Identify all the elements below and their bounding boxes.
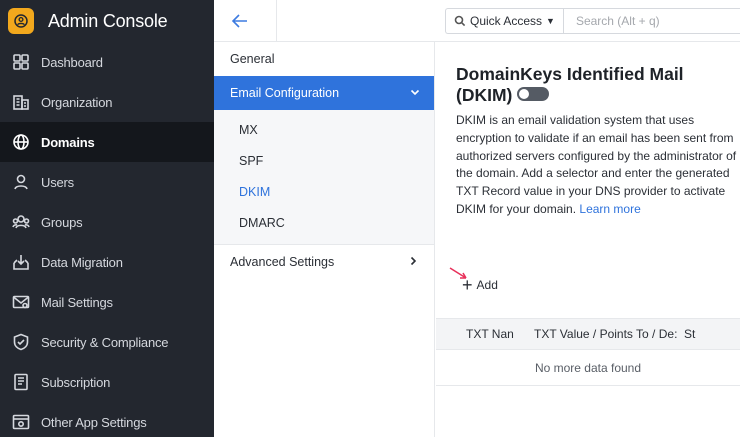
app-title: Admin Console [48, 10, 168, 31]
subnav-mx-label: MX [239, 122, 258, 137]
dkim-description-text: DKIM is an email validation system that … [456, 113, 737, 216]
dkim-panel: DomainKeys Identified Mail (DKIM) DKIM i… [436, 42, 740, 437]
subnav-general[interactable]: General [214, 42, 434, 76]
sidebar-item-label: Dashboard [41, 54, 103, 70]
sidebar: Admin Console Dashboard Organization Dom… [0, 0, 214, 437]
search-icon [454, 15, 466, 27]
sidebar-item-domains[interactable]: Domains [0, 122, 214, 162]
add-label: Add [476, 278, 498, 292]
sidebar-item-label: Domains [41, 134, 95, 150]
back-arrow-icon[interactable] [230, 11, 250, 31]
subnav-dkim-label: DKIM [239, 184, 271, 199]
sidebar-item-label: Groups [41, 214, 83, 230]
sidebar-item-organization[interactable]: Organization [0, 82, 214, 122]
subnav-advanced-settings-label: Advanced Settings [230, 254, 335, 269]
add-selector-button[interactable]: + Add [462, 275, 498, 295]
learn-more-link[interactable]: Learn more [579, 202, 640, 216]
sidebar-item-label: Subscription [41, 374, 111, 390]
empty-table-message: No more data found [436, 350, 740, 386]
globe-icon [12, 133, 30, 151]
search-box: Quick Access ▼ [445, 8, 740, 34]
organization-icon [12, 93, 30, 111]
subnav-spf[interactable]: SPF [214, 145, 434, 176]
page-title-text: DomainKeys Identified Mail (DKIM) [456, 64, 684, 105]
dkim-description: DKIM is an email validation system that … [456, 112, 740, 219]
chevron-right-icon [408, 255, 418, 269]
quick-access-dropdown[interactable]: Quick Access ▼ [446, 9, 564, 33]
sidebar-item-groups[interactable]: Groups [0, 202, 214, 242]
subnav-general-label: General [230, 52, 275, 66]
mail-settings-icon [12, 293, 30, 311]
admin-console-logo-icon [8, 8, 34, 34]
dkim-toggle[interactable] [517, 87, 550, 102]
shield-check-icon [12, 333, 30, 351]
subscription-icon [12, 373, 30, 391]
caret-down-icon: ▼ [546, 16, 555, 26]
plus-icon: + [462, 275, 473, 295]
sidebar-item-label: Users [41, 174, 74, 190]
top-divider [276, 0, 277, 42]
groups-icon [12, 213, 30, 231]
subnav-dkim[interactable]: DKIM [214, 176, 434, 207]
sidebar-item-users[interactable]: Users [0, 162, 214, 202]
sidebar-item-dashboard[interactable]: Dashboard [0, 42, 214, 82]
search-input[interactable] [563, 14, 714, 28]
subnav-email-configuration[interactable]: Email Configuration [214, 76, 434, 110]
subnav-dmarc-label: DMARC [239, 215, 285, 230]
sidebar-item-other-app-settings[interactable]: Other App Settings [0, 402, 214, 437]
column-header-txt-value[interactable]: TXT Value / Points To / De: [526, 327, 678, 341]
sidebar-item-label: Organization [41, 94, 113, 110]
column-header-status[interactable]: St [678, 327, 708, 341]
sidebar-item-mail-settings[interactable]: Mail Settings [0, 282, 214, 322]
sidebar-item-label: Data Migration [41, 254, 123, 270]
user-icon [12, 173, 30, 191]
sidebar-item-label: Other App Settings [41, 414, 147, 430]
page-title: DomainKeys Identified Mail (DKIM) [456, 64, 740, 106]
top-bar: Quick Access ▼ [214, 0, 740, 42]
subnav-mx[interactable]: MX [214, 114, 434, 145]
sidebar-item-subscription[interactable]: Subscription [0, 362, 214, 402]
sidebar-item-security-compliance[interactable]: Security & Compliance [0, 322, 214, 362]
chevron-down-icon [410, 86, 420, 100]
table-header: TXT Nan TXT Value / Points To / De: St [436, 318, 740, 350]
quick-access-label: Quick Access [470, 14, 543, 28]
settings-subnav: General Email Configuration MX SPF DKIM … [214, 42, 435, 437]
subnav-advanced-settings[interactable]: Advanced Settings [214, 244, 434, 278]
sidebar-item-data-migration[interactable]: Data Migration [0, 242, 214, 282]
migration-icon [12, 253, 30, 271]
sidebar-header: Admin Console [0, 0, 214, 42]
subnav-spf-label: SPF [239, 153, 264, 168]
column-header-txt-name[interactable]: TXT Nan [436, 327, 526, 341]
sidebar-item-label: Mail Settings [41, 294, 113, 310]
subnav-email-configuration-label: Email Configuration [230, 86, 340, 100]
dashboard-icon [12, 53, 30, 71]
app-settings-icon [12, 413, 30, 431]
sidebar-item-label: Security & Compliance [41, 334, 169, 350]
subnav-dmarc[interactable]: DMARC [214, 207, 434, 238]
email-config-subitems: MX SPF DKIM DMARC [214, 110, 434, 244]
